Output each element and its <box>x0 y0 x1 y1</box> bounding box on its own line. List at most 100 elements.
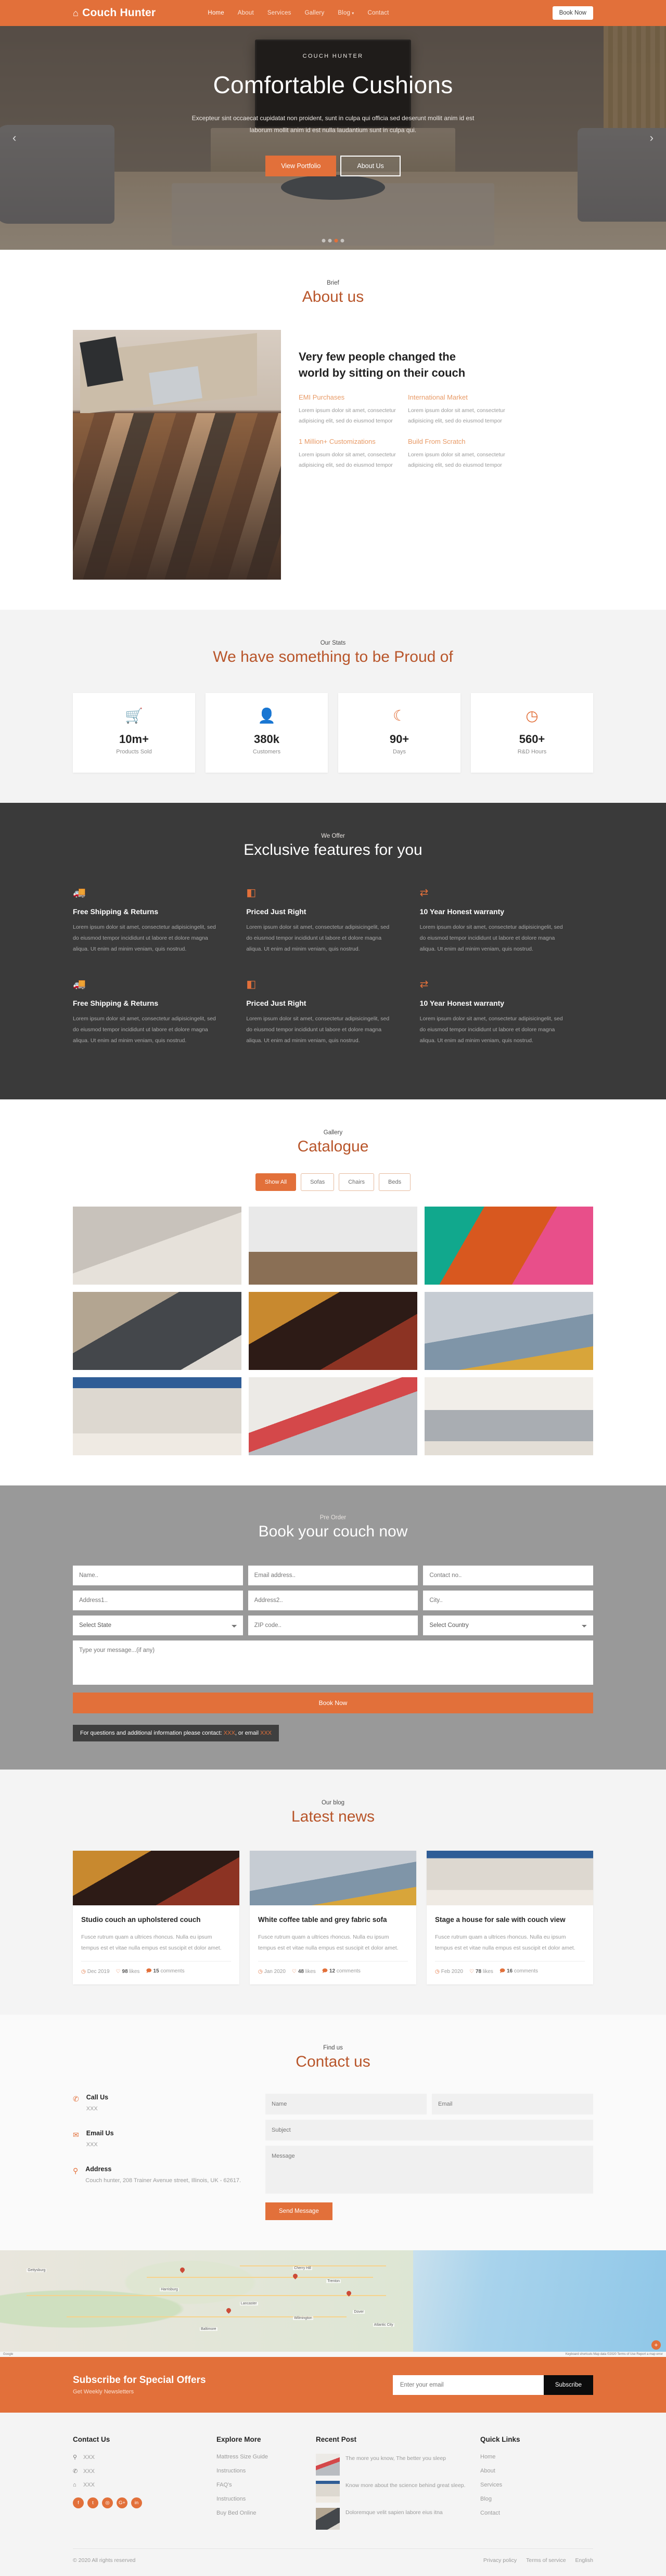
nav-item-services[interactable]: Services <box>267 10 291 16</box>
contact-subject-input[interactable] <box>265 2120 593 2141</box>
footer-quick-link[interactable]: Services <box>480 2482 574 2488</box>
gallery-tile-grey-sofa-floral-art[interactable] <box>249 1377 417 1455</box>
footer-quick-link[interactable]: About <box>480 2468 574 2474</box>
booking-note-contact[interactable]: XXX <box>224 1730 235 1736</box>
newsletter-subscribe-button[interactable]: Subscribe <box>543 2375 593 2395</box>
facebook-icon[interactable]: f <box>73 2497 84 2509</box>
booking-name-input[interactable] <box>73 1566 243 1585</box>
booking-address1-input[interactable] <box>73 1591 243 1610</box>
booking-note-email[interactable]: XXX <box>260 1730 272 1736</box>
send-message-button[interactable]: Send Message <box>265 2202 332 2221</box>
blog-post-likes: ♡ 78 likes <box>469 1969 493 1975</box>
footer-bottom-link[interactable]: Privacy policy <box>483 2557 517 2564</box>
hero-next-arrow[interactable]: › <box>650 131 654 145</box>
footer-explore-link[interactable]: Buy Bed Online <box>216 2510 302 2516</box>
location-map[interactable]: Gettysburg Cherry Hill Harrisburg Lancas… <box>0 2250 666 2357</box>
booking-state-select[interactable]: Select State <box>73 1616 243 1635</box>
footer-explore-link[interactable]: Mattress Size Guide <box>216 2454 302 2460</box>
nav-item-contact[interactable]: Contact <box>367 10 389 16</box>
map-label: Baltimore <box>200 2327 217 2331</box>
gallery-tile-grey-and-cream-sofas[interactable] <box>73 1207 241 1285</box>
gallery-filter-chairs[interactable]: Chairs <box>339 1173 375 1191</box>
gallery-tile-tufted-grey-sofa[interactable] <box>425 1377 593 1455</box>
instagram-icon[interactable]: ◎ <box>102 2497 113 2509</box>
hero-dot[interactable] <box>334 239 338 242</box>
gallery-tile-pink-neon-lounge[interactable] <box>425 1207 593 1285</box>
footer-quick-link[interactable]: Blog <box>480 2496 574 2502</box>
gallery-tile-blue-sofa-yellow-chair[interactable] <box>425 1292 593 1370</box>
gallery-tile-antique-red-settee[interactable] <box>249 1292 417 1370</box>
gallery-filter-beds[interactable]: Beds <box>379 1173 411 1191</box>
footer-explore-link[interactable]: Instructions <box>216 2468 302 2474</box>
map-label: Gettysburg <box>27 2269 47 2273</box>
gallery-tile-yellow-loveseat[interactable] <box>249 1207 417 1285</box>
blog-headline: Latest news <box>291 1808 375 1825</box>
contact-info-title: Email Us <box>86 2129 114 2137</box>
hero-subtitle: Excepteur sint occaecat cupidatat non pr… <box>191 114 475 134</box>
nav-item-gallery[interactable]: Gallery <box>305 10 325 16</box>
blog-post-card[interactable]: White coffee table and grey fabric sofa … <box>250 1851 416 1985</box>
feature-text: Lorem ipsum dolor sit amet, consectetur … <box>419 924 563 952</box>
about-us-button[interactable]: About Us <box>340 155 401 176</box>
contact-message-textarea[interactable] <box>265 2146 593 2194</box>
booking-message-textarea[interactable] <box>73 1641 593 1685</box>
truck-icon: 🚚 <box>73 887 86 899</box>
hero-dot[interactable] <box>328 239 332 242</box>
hero-dot[interactable] <box>322 239 326 242</box>
booking-country-select[interactable]: Select Country <box>423 1616 594 1635</box>
footer-recent-post[interactable]: Doloremque velit sapien labore eius itna <box>316 2508 467 2530</box>
hero-prev-arrow[interactable]: ‹ <box>12 131 16 145</box>
stat-label: Customers <box>252 749 281 755</box>
gallery-filter-show-all[interactable]: Show All <box>255 1173 297 1191</box>
hero-title: Comfortable Cushions <box>213 71 453 98</box>
nav-item-about[interactable]: About <box>238 10 254 16</box>
footer-explore-link[interactable]: FAQ's <box>216 2482 302 2488</box>
contact-email-input[interactable] <box>432 2094 593 2115</box>
nav-item-blog[interactable]: Blog ▾ <box>338 10 354 16</box>
footer-quick-link[interactable]: Home <box>480 2454 574 2460</box>
footer-explore-link[interactable]: Instructions <box>216 2496 302 2502</box>
footer-bottom-links: Privacy policy Terms of service English <box>483 2557 593 2564</box>
feature-title: 10 Year Honest warranty <box>419 999 505 1007</box>
hero-dot[interactable] <box>340 239 344 242</box>
booking-kicker: Pre Order <box>319 1515 347 1521</box>
gallery-grid <box>73 1207 593 1455</box>
blog-post-card[interactable]: Studio couch an upholstered couch Fusce … <box>73 1851 239 1985</box>
gallery-tile-white-sofa-blue-blinds[interactable] <box>73 1377 241 1455</box>
google-plus-icon[interactable]: G+ <box>117 2497 127 2509</box>
footer-bottom-link[interactable]: Terms of service <box>526 2557 566 2564</box>
booking-contact-input[interactable] <box>423 1566 594 1585</box>
booking-address2-input[interactable] <box>248 1591 418 1610</box>
map-label: Cherry Hill <box>293 2266 312 2270</box>
blog-post-card[interactable]: Stage a house for sale with couch view F… <box>427 1851 593 1985</box>
booking-email-input[interactable] <box>248 1566 418 1585</box>
footer-quick-links: Home About Services Blog Contact <box>480 2454 574 2516</box>
about-feature-item: Build From Scratch Lorem ipsum dolor sit… <box>408 438 517 470</box>
footer-bottom-link[interactable]: English <box>575 2557 593 2564</box>
feature-title: Free Shipping & Returns <box>73 999 159 1007</box>
footer-recent-post[interactable]: The more you know, The better you sleep <box>316 2454 467 2476</box>
hero-pagination-dots[interactable] <box>322 239 344 242</box>
footer-contact-title: Contact Us <box>73 2436 110 2444</box>
twitter-icon[interactable]: t <box>87 2497 98 2509</box>
nav-item-home[interactable]: Home <box>208 10 224 16</box>
newsletter-email-input[interactable] <box>392 2375 544 2395</box>
view-portfolio-button[interactable]: View Portfolio <box>265 155 337 176</box>
book-now-button[interactable]: Book Now <box>552 6 593 20</box>
contact-info-item: ⚲ Address Couch hunter, 208 Trainer Aven… <box>73 2165 245 2186</box>
booking-submit-button[interactable]: Book Now <box>73 1693 593 1713</box>
brand-logo[interactable]: ⌂ Couch Hunter <box>73 7 156 19</box>
map-attribution-left: Google <box>3 2353 14 2356</box>
envelope-icon: ✉ <box>73 2130 79 2139</box>
booking-zip-input[interactable] <box>248 1616 418 1635</box>
footer-recent-post[interactable]: Know more about the science behind great… <box>316 2481 467 2503</box>
linkedin-icon[interactable]: in <box>131 2497 142 2509</box>
contact-name-input[interactable] <box>265 2094 427 2115</box>
gallery-filter-sofas[interactable]: Sofas <box>301 1173 335 1191</box>
footer-quick-link[interactable]: Contact <box>480 2510 574 2516</box>
gallery-tile-dark-sectional-lounge[interactable] <box>73 1292 241 1370</box>
truck-icon: 🚚 <box>73 979 86 990</box>
booking-city-input[interactable] <box>423 1591 594 1610</box>
blog-post-excerpt: Fusce rutrum quam a ultrices rhoncus. Nu… <box>435 1934 575 1951</box>
map-zoom-in-button[interactable]: + <box>651 2340 661 2350</box>
